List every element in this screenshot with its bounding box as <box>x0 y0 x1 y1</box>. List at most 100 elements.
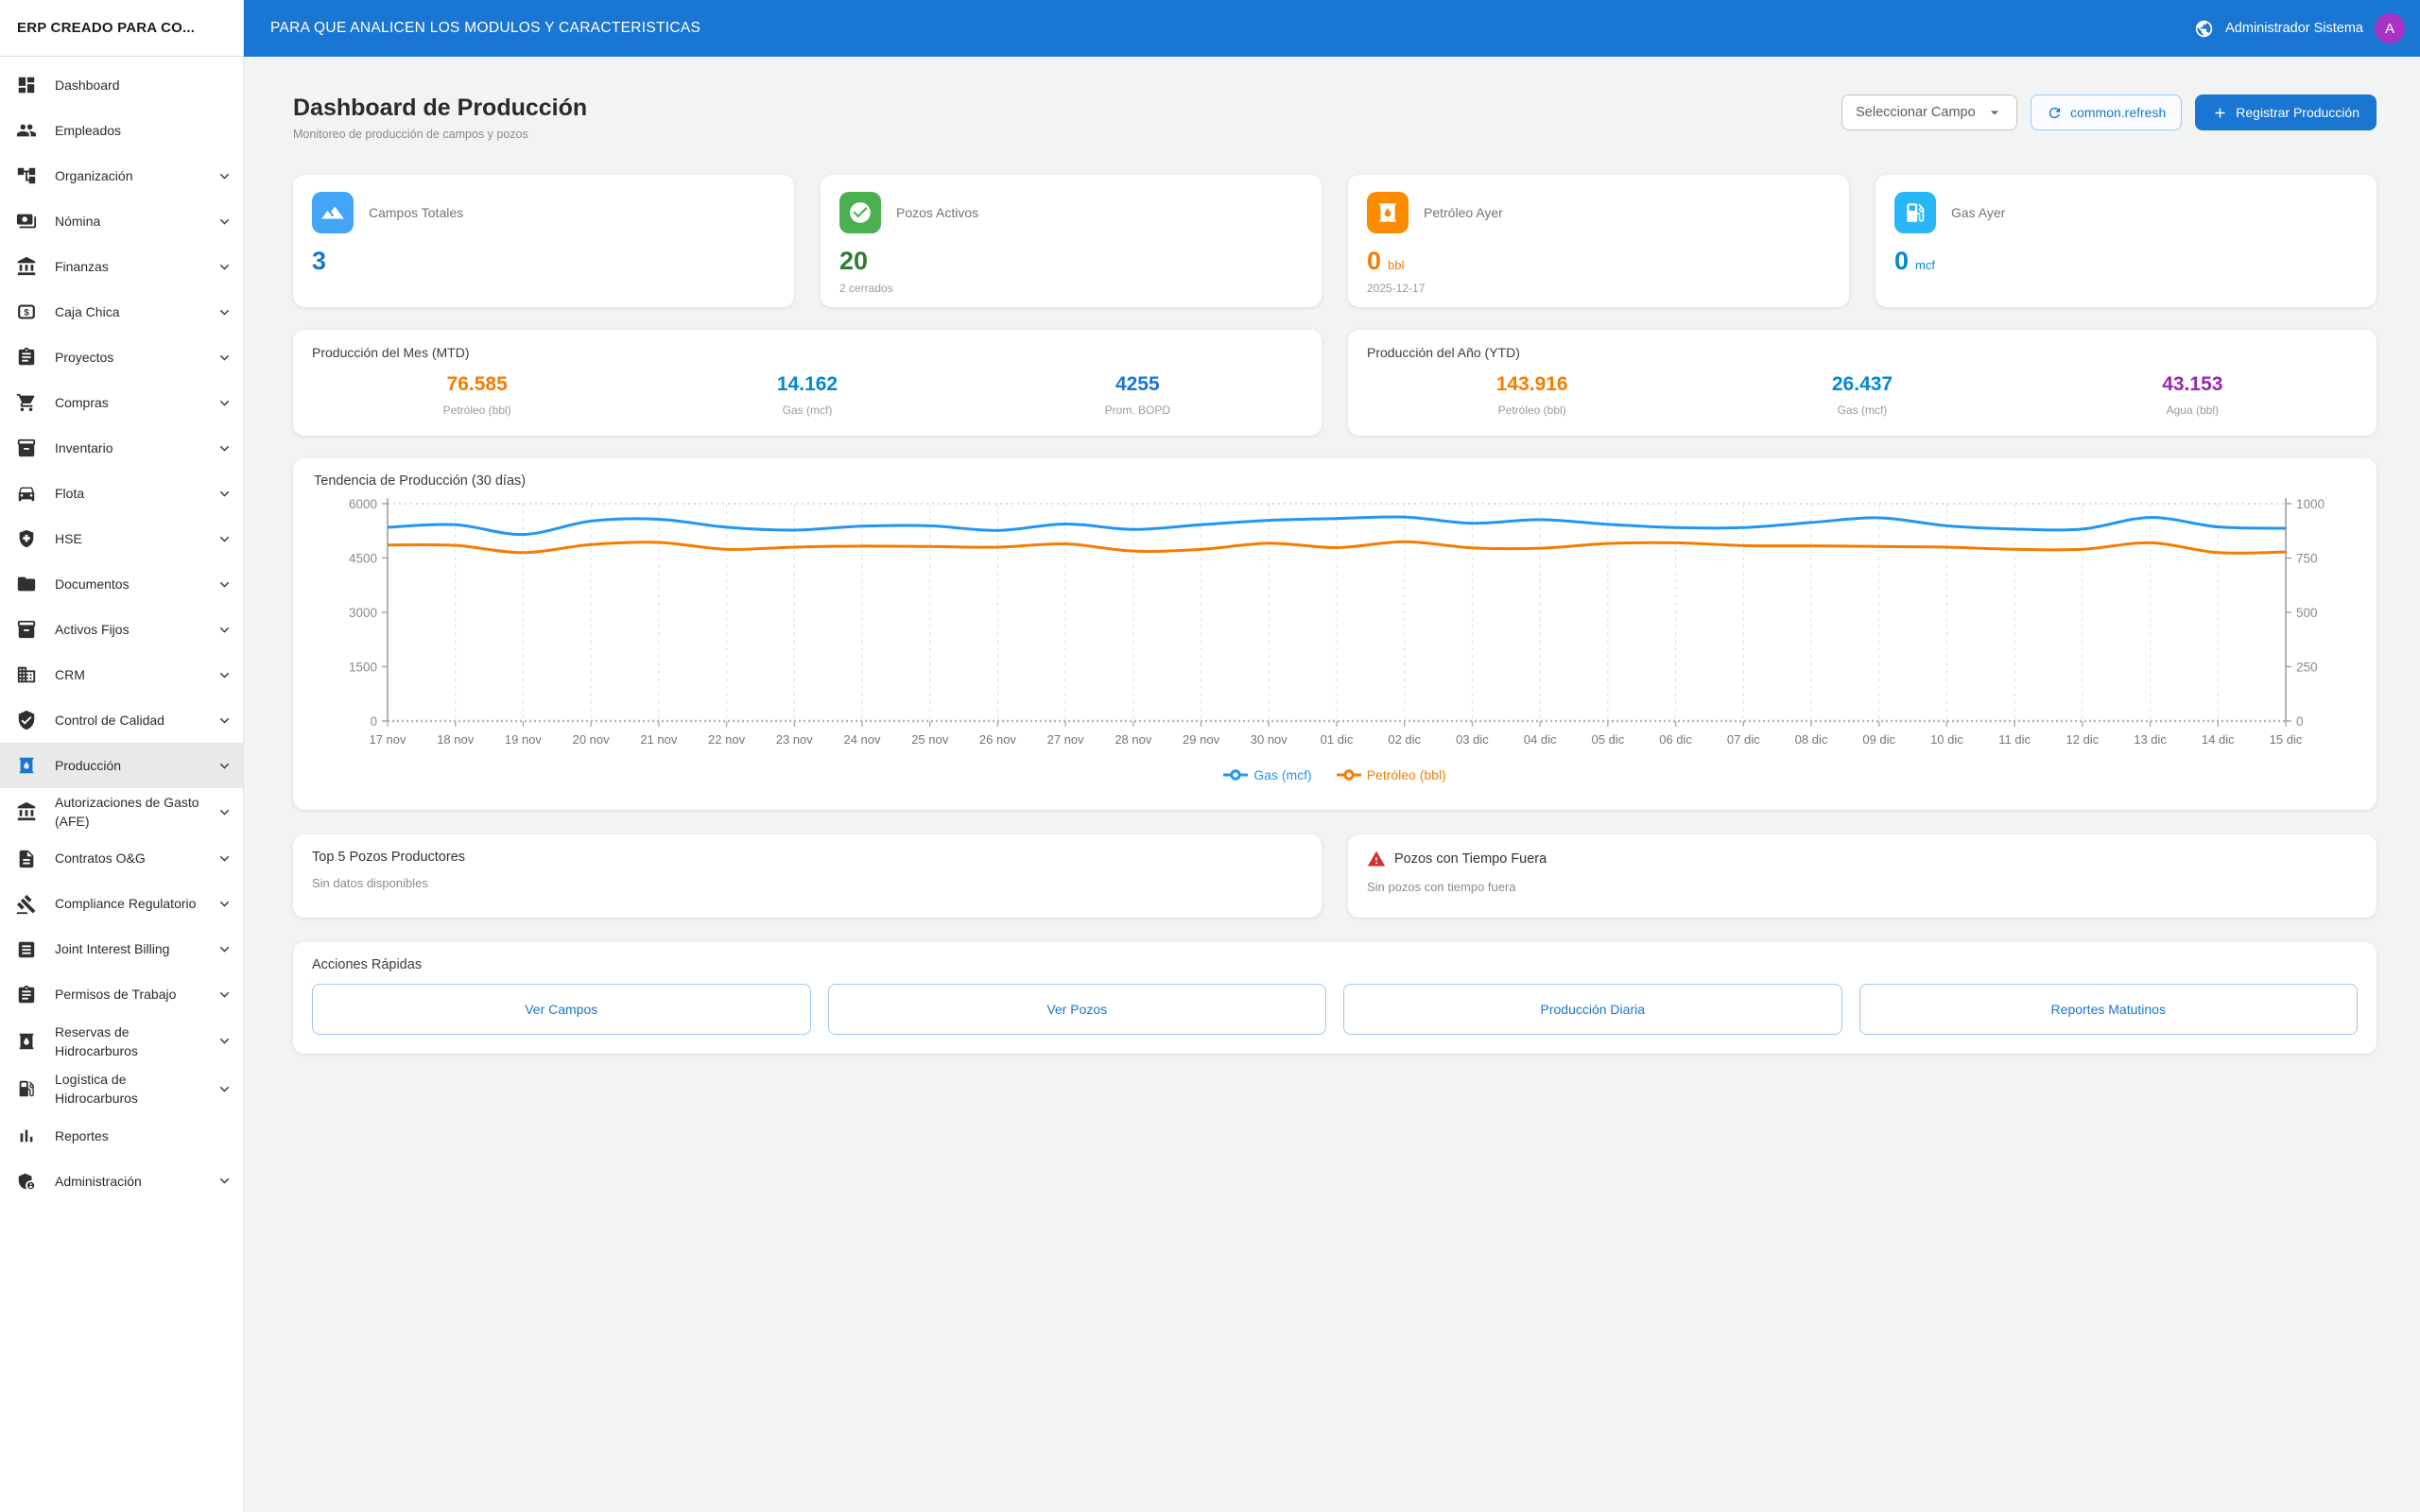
sidebar-item-label: Contratos O&G <box>55 849 210 868</box>
chevron-down-icon <box>215 620 233 639</box>
stat-card-gas-ayer: Gas Ayer0mcf <box>1876 175 2377 307</box>
quick-action-ver-campos[interactable]: Ver Campos <box>312 984 811 1035</box>
receipt-icon <box>15 938 38 961</box>
sidebar-item-caja-chica[interactable]: $ Caja Chica <box>0 289 243 335</box>
sidebar-item-permisos-de-trabajo[interactable]: Permisos de Trabajo <box>0 972 243 1018</box>
page-subtitle: Monitoreo de producción de campos y pozo… <box>293 128 587 141</box>
cart-icon <box>15 391 38 414</box>
sidebar-item-control-de-calidad[interactable]: Control de Calidad <box>0 697 243 743</box>
chevron-down-icon <box>215 212 233 231</box>
legend-item-petroleo[interactable]: Petróleo (bbl) <box>1337 767 1446 782</box>
info-card-empty-text: Sin datos disponibles <box>312 876 1303 890</box>
oil-barrel-icon <box>15 754 38 777</box>
chevron-down-icon <box>215 302 233 321</box>
quick-action-producci-n-diaria[interactable]: Producción Diaria <box>1343 984 1842 1035</box>
globe-icon[interactable] <box>2194 19 2214 39</box>
svg-text:13 dic: 13 dic <box>2134 732 2167 747</box>
sidebar-item-n-mina[interactable]: Nómina <box>0 198 243 244</box>
sidebar-item-flota[interactable]: Flota <box>0 471 243 516</box>
sidebar-item-crm[interactable]: CRM <box>0 652 243 697</box>
svg-text:500: 500 <box>2296 606 2318 620</box>
sidebar-item-label: Logística de Hidrocarburos <box>55 1070 210 1108</box>
quick-action-ver-pozos[interactable]: Ver Pozos <box>828 984 1327 1035</box>
car-icon <box>15 482 38 505</box>
sidebar-item-label: Autorizaciones de Gasto (AFE) <box>55 793 210 832</box>
plus-icon <box>2212 105 2228 121</box>
mtd-card: Producción del Mes (MTD)76.585Petróleo (… <box>293 330 1322 436</box>
chevron-down-icon <box>215 895 233 914</box>
svg-text:18 nov: 18 nov <box>437 732 475 747</box>
sidebar-item-joint-interest-billing[interactable]: Joint Interest Billing <box>0 927 243 972</box>
sidebar: ERP CREADO PARA CO... Dashboard Empleados… <box>0 0 244 1512</box>
sidebar-item-finanzas[interactable]: Finanzas <box>0 244 243 289</box>
sidebar-item-compliance-regulatorio[interactable]: Compliance Regulatorio <box>0 882 243 927</box>
legend-label: Petróleo (bbl) <box>1367 767 1446 782</box>
sidebar-item-documentos[interactable]: Documentos <box>0 561 243 607</box>
summary-metric-label: Agua (bbl) <box>2028 404 2358 417</box>
sidebar-item-contratos-o-g[interactable]: Contratos O&G <box>0 836 243 882</box>
summary-metric: 4255Prom. BOPD <box>973 373 1303 417</box>
building-icon <box>15 663 38 686</box>
org-tree-icon <box>15 164 38 187</box>
svg-text:28 nov: 28 nov <box>1115 732 1152 747</box>
summary-metric: 43.153 Agua (bbl) <box>2028 373 2358 417</box>
cashbox-icon: $ <box>15 301 38 323</box>
page-title: Dashboard de Producción <box>293 94 587 122</box>
sidebar-item-reservas-de-hidrocarburos[interactable]: Reservas de Hidrocarburos <box>0 1018 243 1066</box>
summary-metric-label: Prom. BOPD <box>973 404 1303 417</box>
svg-text:07 dic: 07 dic <box>1727 732 1760 747</box>
summary-metric: 76.585Petróleo (bbl) <box>312 373 642 417</box>
sidebar-item-activos-fijos[interactable]: Activos Fijos <box>0 607 243 652</box>
chevron-down-icon <box>215 438 233 457</box>
production-trend-card: Tendencia de Producción (30 días) 17 nov… <box>293 458 2377 810</box>
warning-icon <box>1367 850 1386 868</box>
app-logo-text: ERP CREADO PARA CO... <box>17 20 195 36</box>
sidebar-item-administraci-n[interactable]: Administración <box>0 1159 243 1204</box>
svg-text:1000: 1000 <box>2296 497 2325 511</box>
avatar[interactable]: A <box>2375 13 2405 43</box>
sidebar-item-reportes[interactable]: Reportes <box>0 1113 243 1159</box>
summary-metric-value: 43.153 <box>2028 373 2358 396</box>
legend-item-gas[interactable]: Gas (mcf) <box>1223 767 1311 782</box>
svg-text:0: 0 <box>370 714 377 729</box>
svg-text:21 nov: 21 nov <box>640 732 678 747</box>
svg-text:03 dic: 03 dic <box>1456 732 1489 747</box>
sidebar-item-empleados[interactable]: Empleados <box>0 108 243 153</box>
sidebar-item-compras[interactable]: Compras <box>0 380 243 425</box>
svg-text:20 nov: 20 nov <box>573 732 611 747</box>
sidebar-item-dashboard[interactable]: Dashboard <box>0 62 243 108</box>
chevron-down-icon <box>215 1079 233 1098</box>
stat-card-pozos-activos: Pozos Activos202 cerrados <box>821 175 1322 307</box>
sidebar-item-log-stica-de-hidrocarburos[interactable]: Logística de Hidrocarburos <box>0 1065 243 1113</box>
content: Dashboard de Producción Monitoreo de pro… <box>244 57 2420 1512</box>
sidebar-item-inventario[interactable]: Inventario <box>0 425 243 471</box>
sidebar-item-organizaci-n[interactable]: Organización <box>0 153 243 198</box>
sidebar-item-autorizaciones-de-gasto-afe[interactable]: Autorizaciones de Gasto (AFE) <box>0 788 243 836</box>
legend-label: Gas (mcf) <box>1253 767 1311 782</box>
field-select[interactable]: Seleccionar Campo <box>1841 94 2017 130</box>
dashboard-icon <box>15 74 38 96</box>
sidebar-item-hse[interactable]: HSE <box>0 516 243 561</box>
quick-action-reportes-matutinos[interactable]: Reportes Matutinos <box>1859 984 2359 1035</box>
summary-metric: 143.916Petróleo (bbl) <box>1367 373 1697 417</box>
svg-text:10 dic: 10 dic <box>1930 732 1963 747</box>
gas-pump-icon <box>1894 192 1936 233</box>
sidebar-item-label: Empleados <box>55 121 210 140</box>
svg-text:26 nov: 26 nov <box>979 732 1017 747</box>
inventory-box-icon <box>15 618 38 641</box>
sidebar-nav: Dashboard Empleados OrganizaciónNómina Fina… <box>0 57 243 1512</box>
stat-card-label: Campos Totales <box>369 205 463 220</box>
chart-svg: 17 nov18 nov19 nov20 nov21 nov22 nov23 n… <box>314 489 2356 761</box>
svg-text:12 dic: 12 dic <box>2066 732 2100 747</box>
sidebar-item-label: Activos Fijos <box>55 620 210 639</box>
top-wells-card: Top 5 Pozos ProductoresSin datos disponi… <box>293 834 1322 918</box>
sidebar-item-proyectos[interactable]: Proyectos <box>0 335 243 380</box>
chevron-down-icon <box>215 348 233 367</box>
refresh-button[interactable]: common.refresh <box>2031 94 2182 130</box>
register-production-button[interactable]: Registrar Producción <box>2195 94 2377 130</box>
sidebar-item-producci-n[interactable]: Producción <box>0 743 243 788</box>
sidebar-item-label: Finanzas <box>55 257 210 276</box>
production-trend-chart: 17 nov18 nov19 nov20 nov21 nov22 nov23 n… <box>314 489 2356 765</box>
stat-card-caption: 2025-12-17 <box>1367 282 1830 295</box>
sidebar-item-label: Caja Chica <box>55 302 210 321</box>
